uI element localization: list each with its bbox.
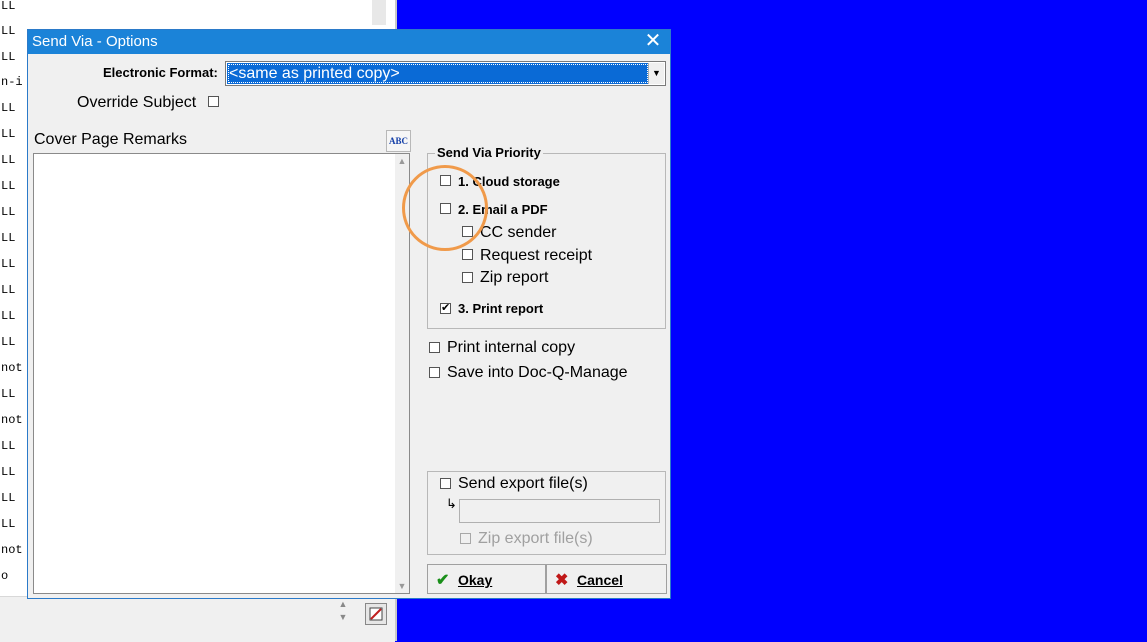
list-item: not xyxy=(1,543,23,557)
zip-report-checkbox[interactable] xyxy=(462,272,473,283)
dialog-title: Send Via - Options xyxy=(32,33,158,50)
list-item: n-i xyxy=(1,75,23,89)
request-receipt-label[interactable]: Request receipt xyxy=(480,247,592,265)
edit-tool-button[interactable] xyxy=(365,603,387,625)
list-item: o xyxy=(1,569,9,583)
cover-page-remarks-textarea[interactable]: ▲ ▼ xyxy=(33,153,410,594)
list-item: LL xyxy=(1,205,16,219)
cancel-label: Cancel xyxy=(577,572,623,588)
send-export-checkbox[interactable] xyxy=(440,478,451,489)
request-receipt-checkbox[interactable] xyxy=(462,249,473,260)
checkmark-icon: ✔ xyxy=(436,572,450,589)
print-internal-copy-label[interactable]: Print internal copy xyxy=(447,339,575,357)
zip-export-label: Zip export file(s) xyxy=(478,530,593,547)
export-path-input[interactable] xyxy=(459,499,660,523)
list-item: LL xyxy=(1,283,16,297)
list-item: LL xyxy=(1,387,16,401)
email-pdf-label[interactable]: 2. Email a PDF xyxy=(458,202,548,217)
cc-sender-checkbox[interactable] xyxy=(462,226,473,237)
dialog-title-bar[interactable]: Send Via - Options ✕ xyxy=(28,30,670,54)
indent-arrow-icon: ↳ xyxy=(446,496,457,511)
remarks-scrollbar[interactable]: ▲ ▼ xyxy=(395,154,409,593)
cancel-x-icon: ✖ xyxy=(555,572,569,589)
cover-page-remarks-label: Cover Page Remarks xyxy=(34,131,187,148)
list-item: LL xyxy=(1,491,16,505)
spinner-arrows-icon[interactable]: ▲ ▼ xyxy=(335,598,351,626)
list-item: LL xyxy=(1,439,16,453)
electronic-format-label: Electronic Format: xyxy=(103,65,218,80)
override-subject-checkbox[interactable] xyxy=(208,96,219,107)
chevron-down-icon[interactable]: ▼ xyxy=(648,63,664,84)
okay-button[interactable]: ✔ Okay xyxy=(427,564,546,594)
list-item: LL xyxy=(1,24,16,38)
send-via-priority-title: Send Via Priority xyxy=(435,145,543,160)
cc-sender-label[interactable]: CC sender xyxy=(480,224,556,242)
print-report-checkbox[interactable]: ✔ xyxy=(440,303,451,314)
list-item: LL xyxy=(1,257,16,271)
list-item: LL xyxy=(1,335,16,349)
list-item: LL xyxy=(1,153,16,167)
list-item: LL xyxy=(1,101,16,115)
cloud-storage-checkbox[interactable] xyxy=(440,175,451,186)
send-export-label[interactable]: Send export file(s) xyxy=(458,475,588,493)
cloud-storage-label[interactable]: 1. Cloud storage xyxy=(458,174,560,189)
list-item: LL xyxy=(1,0,16,13)
list-item: LL xyxy=(1,309,16,323)
close-icon[interactable]: ✕ xyxy=(643,30,663,54)
pencil-icon xyxy=(369,607,383,621)
email-pdf-checkbox[interactable] xyxy=(440,203,451,214)
cancel-button[interactable]: ✖ Cancel xyxy=(546,564,667,594)
spell-check-button[interactable]: ABC xyxy=(386,130,411,152)
send-via-options-dialog: Send Via - Options ✕ Electronic Format: … xyxy=(27,29,671,599)
list-item: LL xyxy=(1,127,16,141)
electronic-format-select[interactable]: <same as printed copy> ▼ xyxy=(225,61,666,86)
scroll-up-icon[interactable]: ▲ xyxy=(395,156,409,166)
list-item: LL xyxy=(1,465,16,479)
override-subject-label: Override Subject xyxy=(77,94,197,111)
list-item: LL xyxy=(1,179,16,193)
save-into-doc-label[interactable]: Save into Doc-Q-Manage xyxy=(447,364,628,382)
list-item: LL xyxy=(1,517,16,531)
zip-report-label[interactable]: Zip report xyxy=(480,269,548,287)
list-item: LL xyxy=(1,50,16,64)
print-report-label[interactable]: 3. Print report xyxy=(458,301,543,316)
background-scrollbar[interactable] xyxy=(372,0,386,25)
list-item: LL xyxy=(1,231,16,245)
okay-label: Okay xyxy=(458,572,493,588)
list-item: not xyxy=(1,413,23,427)
scroll-down-icon[interactable]: ▼ xyxy=(395,581,409,591)
zip-export-checkbox[interactable] xyxy=(460,533,471,544)
list-item: not xyxy=(1,361,23,375)
save-into-doc-checkbox[interactable] xyxy=(429,367,440,378)
print-internal-copy-checkbox[interactable] xyxy=(429,342,440,353)
electronic-format-value[interactable]: <same as printed copy> xyxy=(227,63,649,84)
